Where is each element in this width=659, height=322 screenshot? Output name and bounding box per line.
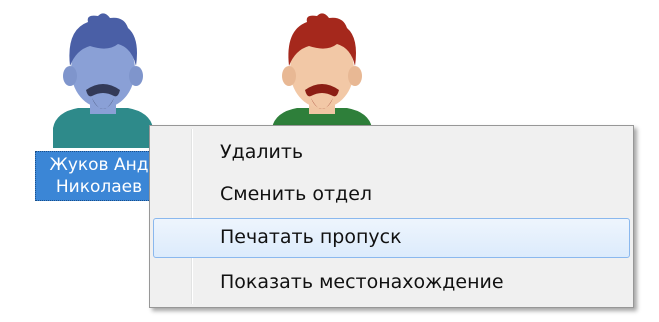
menu-item-label: Показать местонахождение — [220, 271, 504, 293]
employee-name-line2: Николаев — [55, 177, 143, 197]
employee-name-line1: Жуков Анд — [49, 155, 149, 175]
menu-item-label: Удалить — [220, 141, 304, 163]
menu-item-delete[interactable]: Удалить — [153, 133, 630, 173]
employee-avatar-blue-icon — [53, 13, 153, 148]
employee-name-label[interactable]: Жуков Анд Николаев — [35, 151, 163, 201]
menu-item-label: Печатать пропуск — [220, 226, 402, 248]
menu-item-show-location[interactable]: Показать местонахождение — [153, 263, 630, 303]
desktop-canvas: Жуков Анд Николаев Удалить Сменить отдел… — [0, 0, 659, 322]
menu-item-change-department[interactable]: Сменить отдел — [153, 175, 630, 215]
menu-item-print-pass[interactable]: Печатать пропуск — [153, 218, 630, 258]
context-menu: Удалить Сменить отдел Печатать пропуск П… — [149, 125, 634, 308]
menu-item-label: Сменить отдел — [220, 183, 373, 205]
employee-avatar-selected[interactable] — [48, 8, 158, 148]
